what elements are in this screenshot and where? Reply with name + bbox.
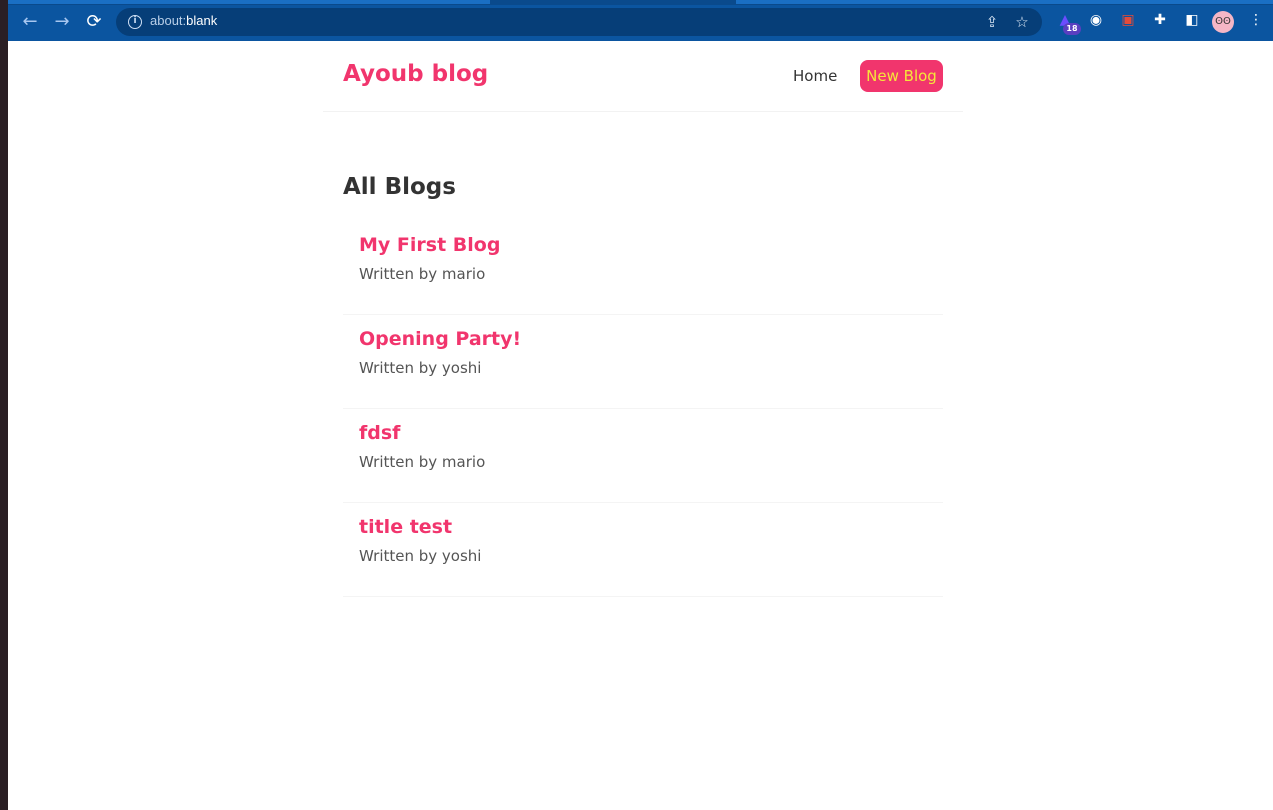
tab-edge-right [736, 0, 1273, 4]
extensions-puzzle-icon[interactable]: ✚ [1150, 10, 1170, 30]
web-page: Ayoub blog Home New Blog All Blogs My Fi… [8, 41, 1273, 810]
url-prefix: about: [150, 13, 187, 28]
blog-author: Written by mario [359, 453, 486, 471]
back-arrow-icon[interactable]: ← [18, 10, 42, 34]
home-link[interactable]: Home [793, 67, 837, 85]
site-brand: Ayoub blog [343, 61, 489, 87]
page-title: All Blogs [343, 174, 456, 200]
blog-title[interactable]: title test [359, 515, 927, 539]
address-bar[interactable]: i about:blank ⇪ ☆ [116, 8, 1042, 36]
blog-title[interactable]: My First Blog [359, 233, 927, 257]
profile-avatar[interactable]: ʘʘ [1212, 11, 1234, 33]
blog-author: Written by yoshi [359, 547, 482, 565]
extension-puzzle-red-icon[interactable]: ▣ [1118, 10, 1138, 30]
blog-author: Written by mario [359, 265, 486, 283]
url-main: blank [186, 13, 218, 28]
blog-author: Written by yoshi [359, 359, 482, 377]
side-panel-icon[interactable]: ◧ [1182, 10, 1202, 30]
menu-kebab-icon[interactable]: ⋮ [1246, 10, 1266, 30]
desktop-edge [0, 0, 8, 810]
blog-title[interactable]: Opening Party! [359, 327, 927, 351]
blog-list: My First Blog Written by mario Opening P… [343, 221, 943, 597]
reload-icon[interactable]: ⟳ [82, 10, 106, 34]
tab-edge-left [8, 0, 490, 4]
browser-toolbar: ← → ⟳ i about:blank ⇪ ☆ ▲ 18 ◉ ▣ ✚ ◧ ʘʘ … [8, 0, 1273, 41]
new-blog-button[interactable]: New Blog [860, 60, 943, 92]
extension-badge: 18 [1063, 23, 1081, 35]
blog-preview[interactable]: fdsf Written by mario [343, 409, 943, 503]
info-icon[interactable]: i [128, 15, 142, 29]
extension-circle-icon[interactable]: ◉ [1086, 10, 1106, 30]
url-text[interactable]: about:blank [150, 13, 217, 28]
share-icon[interactable]: ⇪ [982, 12, 1002, 32]
star-icon[interactable]: ☆ [1012, 12, 1032, 32]
blog-preview[interactable]: My First Blog Written by mario [343, 221, 943, 315]
navbar: Ayoub blog Home New Blog [323, 41, 963, 112]
forward-arrow-icon[interactable]: → [50, 10, 74, 34]
blog-preview[interactable]: Opening Party! Written by yoshi [343, 315, 943, 409]
blog-preview[interactable]: title test Written by yoshi [343, 503, 943, 597]
blog-title[interactable]: fdsf [359, 421, 927, 445]
